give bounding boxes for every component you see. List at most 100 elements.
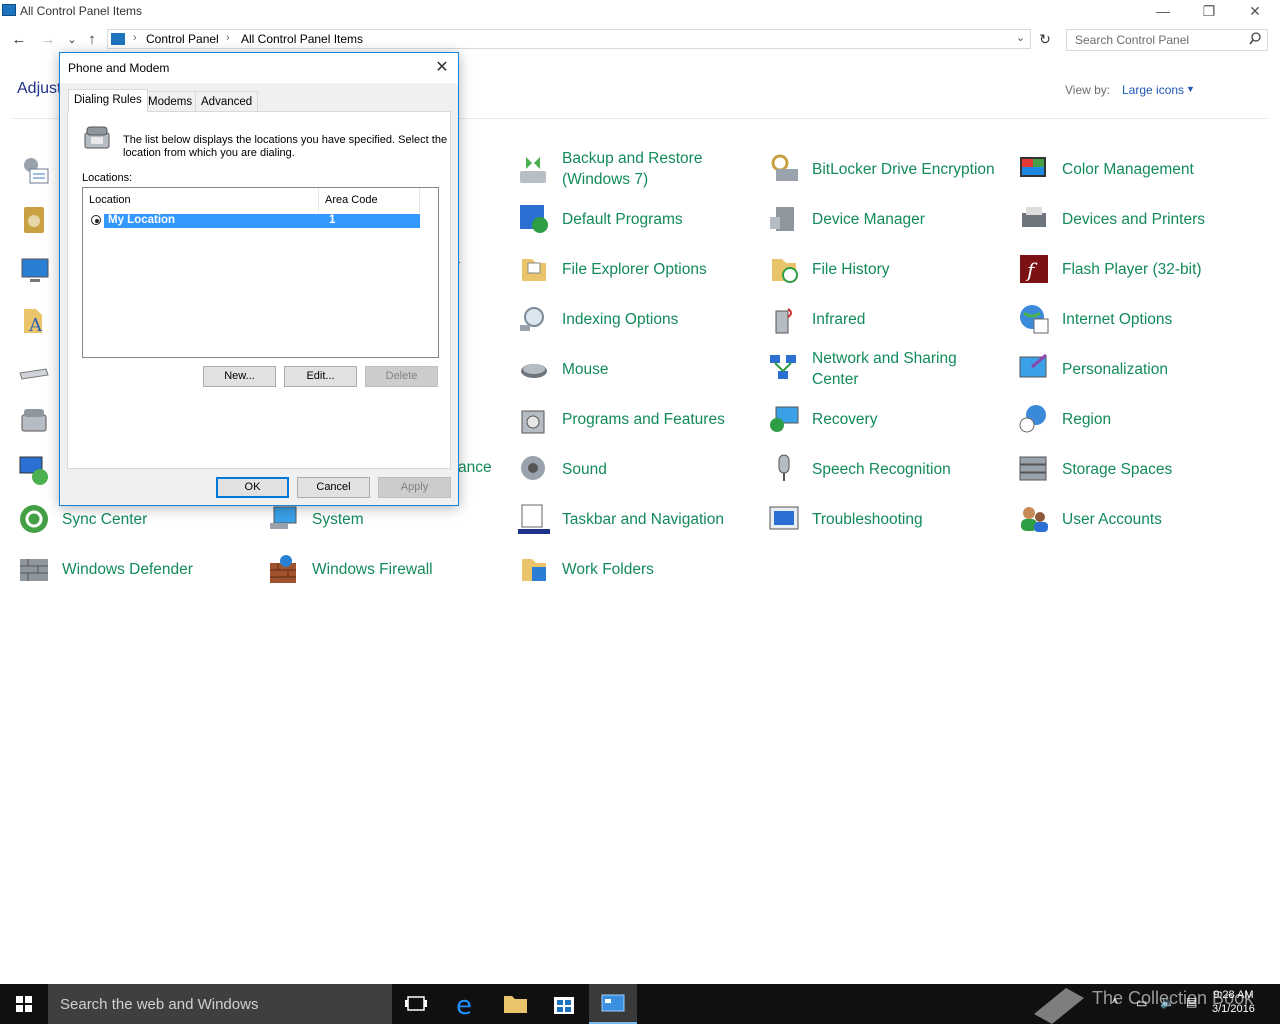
item-windows-defender[interactable]: Windows Defender [18,546,263,592]
admin-tools-icon[interactable] [20,155,50,185]
breadcrumb-separator[interactable]: › [226,32,230,44]
ok-button[interactable]: OK [216,477,289,498]
item-device-manager[interactable]: Device Manager [768,196,1013,242]
item-programs-features[interactable]: Programs and Features [518,396,763,442]
apply-button[interactable]: Apply [378,477,451,498]
close-button[interactable]: ✕ [1232,0,1278,24]
breadcrumb-control-panel[interactable]: Control Panel [146,32,219,46]
back-button[interactable]: ← [9,30,29,50]
item-flash-player[interactable]: f Flash Player (32-bit) [1018,246,1263,292]
page-heading: Adjust [17,80,62,97]
item-label: BitLocker Drive Encryption [812,161,995,178]
column-separator[interactable] [419,188,420,212]
tab-modems[interactable]: Modems [142,91,199,111]
item-color-management[interactable]: Color Management [1018,146,1263,192]
cancel-button[interactable]: Cancel [297,477,370,498]
breadcrumb-all-items[interactable]: All Control Panel Items [241,32,363,46]
item-user-accounts[interactable]: User Accounts [1018,496,1263,542]
item-infrared[interactable]: Infrared [768,296,1013,342]
item-sound[interactable]: Sound [518,446,763,492]
minimize-button[interactable]: — [1140,0,1186,24]
row-location: My Location [108,214,176,226]
display-icon[interactable] [20,255,50,285]
column-header-location[interactable]: Location [89,194,131,206]
item-personalization[interactable]: Personalization [1018,346,1263,392]
item-recovery[interactable]: Recovery [768,396,1013,442]
remoteapp-icon[interactable] [18,455,52,487]
item-internet-options[interactable]: Internet Options [1018,296,1263,342]
item-speech-recognition[interactable]: Speech Recognition [768,446,1013,492]
file-explorer-button[interactable] [491,984,539,1024]
item-label: Speech Recognition [812,461,951,478]
new-location-button[interactable]: New... [203,366,276,387]
item-indexing-options[interactable]: Indexing Options [518,296,763,342]
column-header-area-code[interactable]: Area Code [325,194,378,206]
item-storage-spaces[interactable]: Storage Spaces [1018,446,1263,492]
breadcrumb-separator[interactable]: › [133,32,137,44]
taskbar-search-box[interactable]: Search the web and Windows [48,984,392,1024]
locations-list[interactable]: Location Area Code My Location 1 [82,187,439,358]
refresh-button[interactable]: ↻ [1035,29,1055,49]
action-center-icon[interactable]: ▤ [1186,995,1197,1009]
item-taskbar-navigation[interactable]: Taskbar and Navigation [518,496,763,542]
item-network-sharing[interactable]: Network and Sharing Center [768,346,1013,392]
tab-advanced[interactable]: Advanced [195,91,259,111]
control-panel-icon [601,994,625,1012]
search-icon[interactable] [1249,32,1261,49]
flash-player-icon: f [1020,255,1048,283]
keyboard-icon[interactable] [18,365,50,385]
item-bitlocker[interactable]: BitLocker Drive Encryption [768,146,1013,192]
recent-locations-button[interactable]: ⌄ [62,30,82,50]
item-devices-printers[interactable]: Devices and Printers [1018,196,1263,242]
default-location-radio[interactable] [91,215,101,225]
caret-down-icon[interactable]: ▼ [1186,84,1195,94]
control-panel-taskbar-button[interactable] [589,984,637,1024]
item-file-explorer-options[interactable]: File Explorer Options [518,246,763,292]
store-button[interactable] [540,984,588,1024]
task-view-button[interactable] [392,984,440,1024]
taskbar-navigation-icon [518,504,550,534]
item-label: Indexing Options [562,311,679,328]
task-view-icon [405,996,427,1011]
store-icon [554,997,574,1014]
network-icon[interactable]: ▭ [1136,996,1147,1010]
show-hidden-icons[interactable]: ^ [1112,996,1118,1010]
volume-icon[interactable]: 🔈 [1160,995,1175,1009]
phone-modem-icon[interactable] [18,405,50,435]
table-row[interactable]: My Location 1 [104,214,420,228]
start-button[interactable] [0,984,48,1024]
restore-button[interactable]: ❐ [1186,0,1232,24]
item-file-history[interactable]: File History [768,246,1013,292]
autoplay-icon[interactable] [20,205,50,235]
clock[interactable]: 9:28 AM 3/1/2016 [1212,988,1255,1016]
window-title: All Control Panel Items [20,4,143,18]
address-bar[interactable]: › Control Panel › All Control Panel Item… [107,29,1031,49]
book-watermark-icon [1034,988,1084,1024]
item-region[interactable]: Region [1018,396,1263,442]
item-mouse[interactable]: Mouse [518,346,763,392]
fonts-icon[interactable]: A [20,305,50,336]
delete-location-button[interactable]: Delete [365,366,438,387]
chevron-down-icon[interactable]: ⌄ [1016,31,1025,44]
item-partial-label[interactable]: ance [458,459,492,477]
view-by-dropdown[interactable]: Large icons [1122,83,1184,97]
item-label: User Accounts [1062,511,1162,528]
search-input[interactable]: Search Control Panel [1066,29,1268,51]
item-default-programs[interactable]: Default Programs [518,196,763,242]
dialog-close-button[interactable]: ✕ [430,56,454,80]
edit-location-button[interactable]: Edit... [284,366,357,387]
dialing-rules-panel: The list below displays the locations yo… [67,111,451,469]
up-button[interactable]: ↑ [82,30,102,50]
forward-button[interactable]: → [38,30,58,50]
troubleshooting-icon [769,506,799,530]
item-backup-restore[interactable]: Backup and Restore (Windows 7) [518,146,763,192]
item-label: Storage Spaces [1062,461,1173,478]
item-windows-firewall[interactable]: Windows Firewall [268,546,513,592]
edge-button[interactable]: e [443,984,491,1024]
tab-dialing-rules[interactable]: Dialing Rules [68,89,148,112]
item-label: Backup and Restore (Windows 7) [562,150,703,188]
item-work-folders[interactable]: Work Folders [518,546,763,592]
item-troubleshooting[interactable]: Troubleshooting [768,496,1013,542]
view-by-label: View by: [1065,83,1111,97]
column-separator[interactable] [318,188,319,212]
